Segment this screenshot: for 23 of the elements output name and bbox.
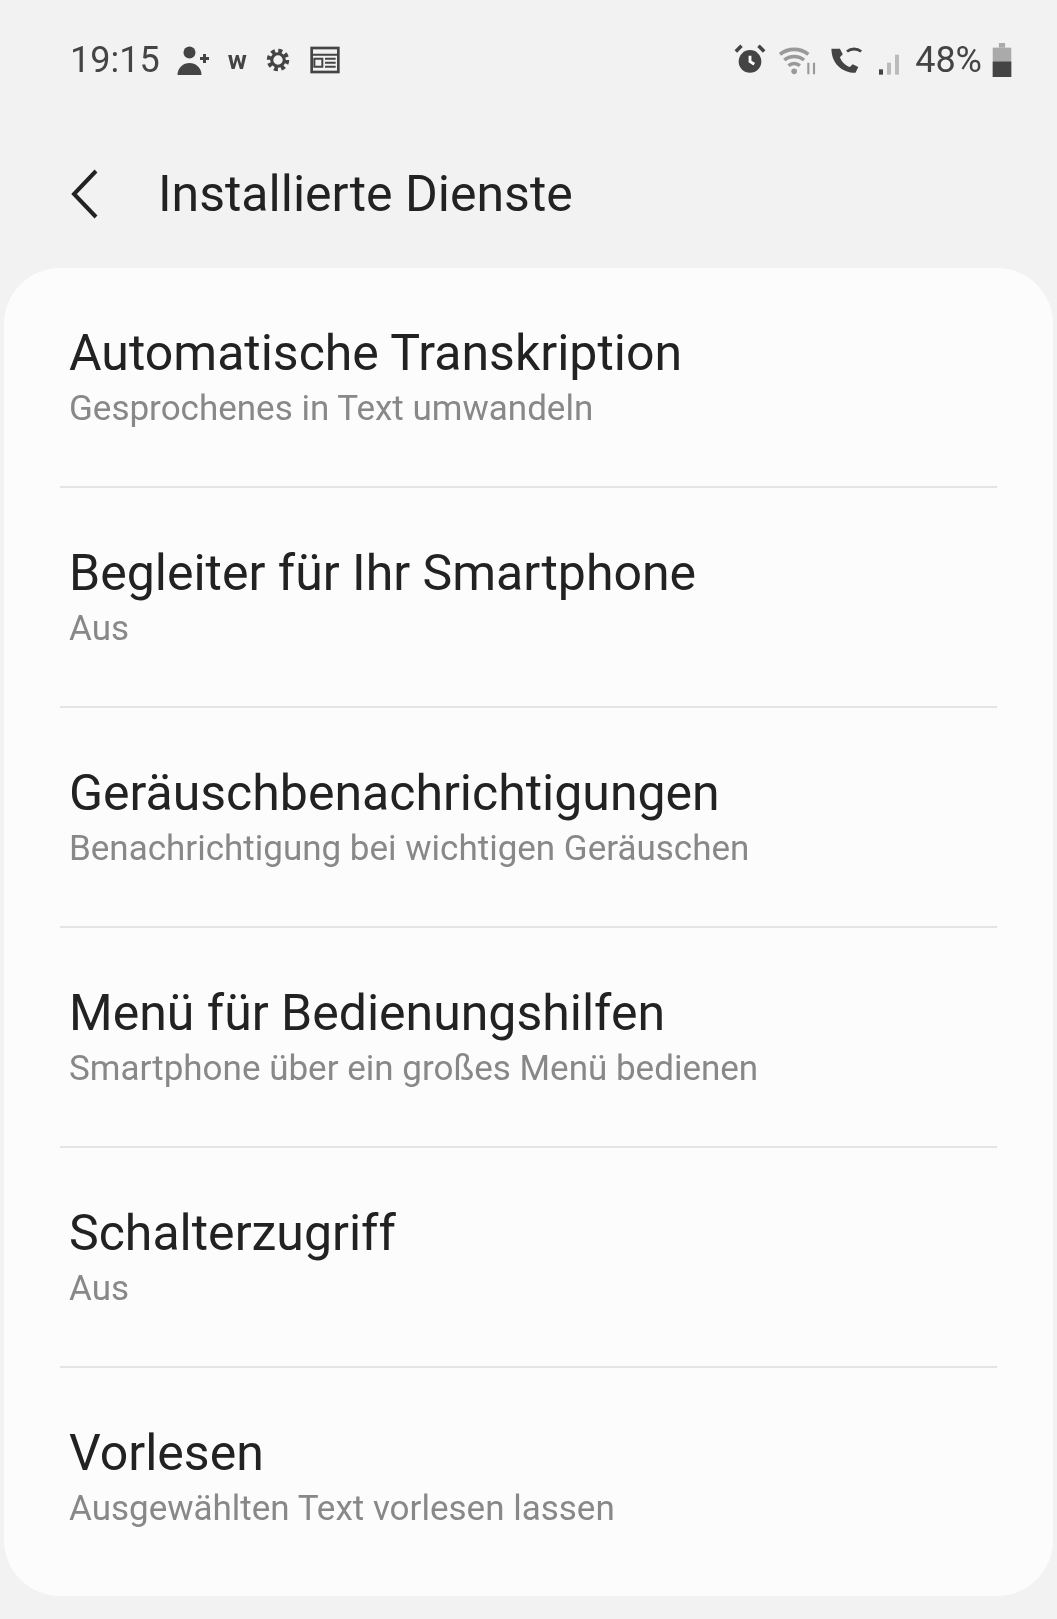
settings-item[interactable]: Menü für Bedienungshilfen Smartphone über ein großes Menü bedienen <box>4 928 1053 1146</box>
item-title: Geräuschbenachrichtigungen <box>69 763 721 824</box>
notification-letter: w <box>227 43 247 77</box>
settings-item[interactable]: Schalterzugriff Aus <box>4 1148 1053 1366</box>
battery-percentage: 48% <box>915 38 982 83</box>
item-title: Automatische Transkription <box>69 323 684 384</box>
item-title: Begleiter für Ihr Smartphone <box>69 543 698 604</box>
settings-item[interactable]: Vorlesen Ausgewählten Text vorlesen lassen <box>4 1368 1053 1586</box>
item-title: Vorlesen <box>69 1423 265 1484</box>
item-subtitle: Benachrichtigung bei wichtigen Geräuschen <box>69 827 751 871</box>
item-subtitle: Aus <box>69 1267 130 1311</box>
item-subtitle: Aus <box>69 607 130 651</box>
item-subtitle: Smartphone über ein großes Menü bedienen <box>69 1047 760 1091</box>
item-title: Schalterzugriff <box>69 1203 397 1264</box>
settings-item[interactable]: Automatische Transkription Gesprochenes in Text umwandeln <box>4 268 1053 486</box>
battery-icon <box>992 43 1012 77</box>
item-subtitle: Ausgewählten Text vorlesen lassen <box>69 1487 616 1531</box>
status-time: 19:15 <box>70 38 160 83</box>
page-title: Installierte Dienste <box>158 163 573 225</box>
item-title: Menü für Bedienungshilfen <box>69 983 667 1044</box>
item-subtitle: Gesprochenes in Text umwandeln <box>69 387 595 431</box>
settings-item[interactable]: Begleiter für Ihr Smartphone Aus <box>4 488 1053 706</box>
settings-item[interactable]: Geräuschbenachrichtigungen Benachrichtigung bei wichtigen Geräuschen <box>4 708 1053 926</box>
